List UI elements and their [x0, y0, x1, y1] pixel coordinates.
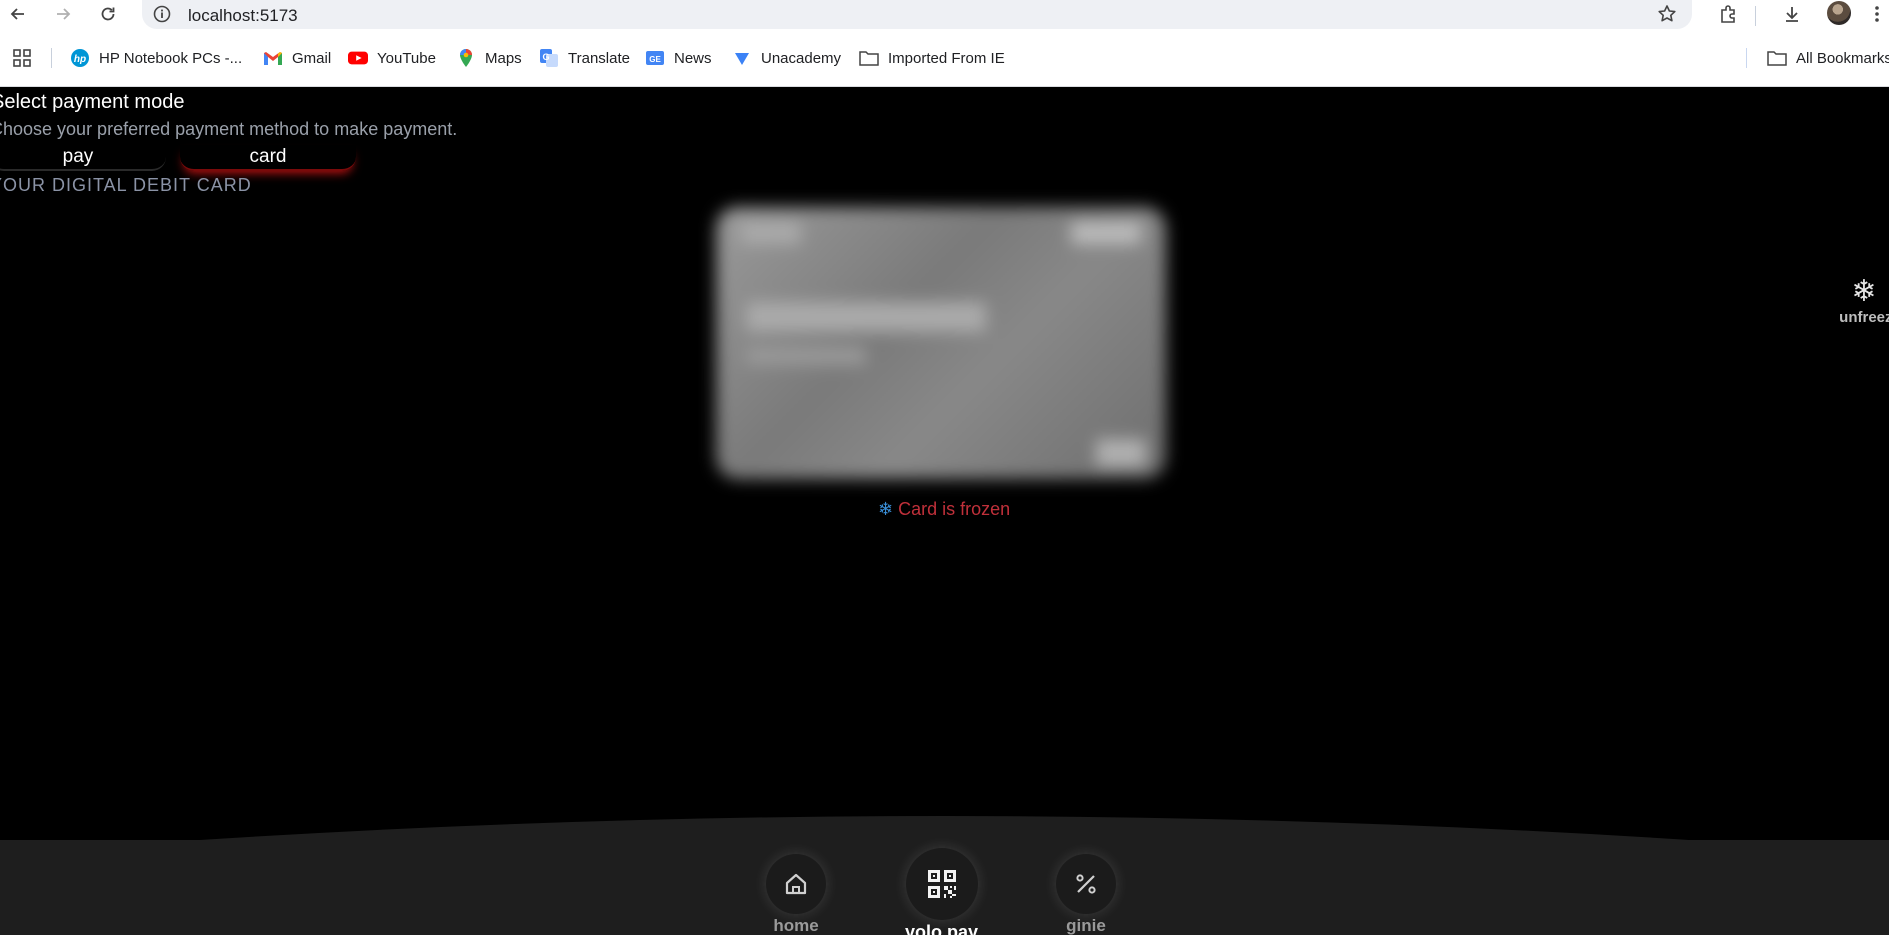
bookmark-star-icon[interactable]	[1656, 3, 1678, 30]
snowflake-icon: ❄	[878, 499, 894, 519]
site-info-icon[interactable]	[152, 4, 172, 29]
snowflake-icon: ❄	[1851, 275, 1877, 308]
bookmark-news[interactable]: GE News	[645, 29, 712, 87]
bookmark-hp[interactable]: hp HP Notebook PCs -...	[70, 29, 242, 87]
page-subtitle: Choose your preferred payment method to …	[0, 119, 458, 139]
browser-toolbar: localhost:5173	[0, 0, 1889, 29]
bookmark-gmail[interactable]: Gmail	[263, 29, 331, 87]
payment-page: Select payment mode Choose your preferre…	[0, 87, 1889, 935]
percent-icon	[1056, 854, 1116, 914]
unfreeze-label: unfreeze	[1839, 309, 1889, 326]
forward-icon[interactable]	[51, 2, 75, 26]
section-label: YOUR DIGITAL DEBIT CARD	[0, 175, 252, 195]
bookmark-youtube[interactable]: YouTube	[348, 29, 436, 87]
bottom-navigation: home yolo pay ginie	[0, 810, 1889, 935]
all-bookmarks[interactable]: All Bookmarks	[1767, 29, 1889, 87]
home-icon	[766, 854, 826, 914]
menu-dots-icon[interactable]	[1870, 2, 1884, 26]
url-text: localhost:5173	[188, 6, 298, 25]
svg-text:GE: GE	[649, 55, 661, 64]
translate-icon: G	[539, 48, 559, 68]
bookmarks-bar: hp HP Notebook PCs -... Gmail YouTube Ma…	[0, 29, 1889, 87]
unfreeze-button[interactable]: ❄ unfreeze	[1834, 275, 1889, 327]
address-bar[interactable]: localhost:5173	[142, 0, 1692, 29]
svg-text:G: G	[542, 52, 549, 62]
hp-icon: hp	[70, 48, 90, 68]
gmail-icon	[263, 48, 283, 68]
toolbar-divider	[1755, 6, 1756, 26]
folder-icon	[1767, 48, 1787, 68]
folder-icon	[859, 48, 879, 68]
bookmarks-divider-right	[1746, 48, 1747, 68]
bookmark-unacademy[interactable]: Unacademy	[732, 29, 841, 87]
bookmark-translate[interactable]: G Translate	[539, 29, 630, 87]
card-frozen-text: Card is frozen	[898, 499, 1011, 519]
qr-code-icon	[905, 848, 978, 920]
youtube-icon	[348, 48, 368, 68]
unacademy-icon	[732, 48, 752, 68]
debit-card-blurred[interactable]	[716, 207, 1166, 479]
reload-icon[interactable]	[96, 2, 120, 26]
extensions-icon[interactable]	[1716, 2, 1740, 26]
svg-text:hp: hp	[74, 54, 86, 65]
tab-card[interactable]: card	[180, 145, 356, 171]
back-icon[interactable]	[6, 2, 30, 26]
maps-icon	[456, 48, 476, 68]
nav-ginie[interactable]: ginie	[1056, 854, 1116, 935]
bookmark-maps[interactable]: Maps	[456, 29, 522, 87]
bookmarks-divider	[51, 48, 52, 68]
news-icon: GE	[645, 48, 665, 68]
card-frozen-status: ❄ Card is frozen	[878, 499, 1010, 520]
tab-pay[interactable]: pay	[0, 145, 166, 171]
page-title: Select payment mode	[0, 91, 185, 113]
bookmark-imported-from-ie[interactable]: Imported From IE	[859, 29, 1005, 87]
apps-grid-icon[interactable]	[12, 29, 32, 87]
nav-yolo-pay[interactable]: yolo pay	[905, 848, 978, 935]
download-icon[interactable]	[1780, 2, 1804, 26]
profile-avatar[interactable]	[1827, 1, 1851, 25]
nav-home[interactable]: home	[766, 854, 826, 935]
